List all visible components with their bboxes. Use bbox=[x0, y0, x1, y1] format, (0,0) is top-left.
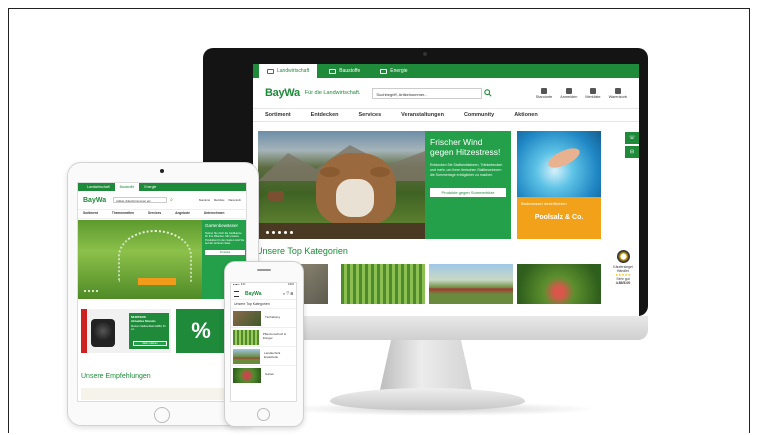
nav-sortiment[interactable]: Sortiment bbox=[83, 210, 98, 218]
desktop-header: BayWa Für die Landwirtschaft. Suchbegrif… bbox=[253, 78, 639, 108]
tablet-nav: Sortiment Themenwelten Services Angebote… bbox=[78, 209, 246, 219]
tablet-camera bbox=[160, 169, 164, 173]
tablet-hero-sprinkler-image[interactable] bbox=[78, 220, 202, 299]
phone-home-button[interactable] bbox=[257, 408, 270, 421]
list-item[interactable]: Pflanzenschutz & Dünger bbox=[231, 327, 296, 346]
top-categories-title: Unsere Top Kategorien bbox=[256, 246, 348, 256]
ventilator-label bbox=[81, 309, 87, 353]
cart-side-tab[interactable]: ⊟ bbox=[625, 146, 639, 158]
standorte-link[interactable]: Standorte bbox=[536, 87, 552, 99]
warenkorb-link[interactable]: Warenkorb bbox=[228, 199, 241, 202]
hero-promo-box: Frischer Wind gegen Hitzestress! Entdeck… bbox=[425, 131, 511, 239]
cart-icon bbox=[614, 87, 621, 94]
heart-icon bbox=[589, 87, 596, 94]
monitor-stand-base bbox=[330, 388, 525, 410]
tab-energie[interactable]: Energie bbox=[372, 64, 415, 78]
search-icon[interactable] bbox=[484, 89, 492, 97]
tab-baustoffe[interactable]: Baustoffe bbox=[321, 64, 368, 78]
monitor-camera bbox=[423, 52, 427, 56]
anmelden-link[interactable]: Anmelden bbox=[560, 87, 577, 99]
baywa-logo[interactable]: BayWa bbox=[245, 291, 262, 297]
phone-screen: ●●●●○ 9:41 100% BayWa ⌕ ♡ ⊟ Unsere Top K… bbox=[230, 282, 297, 402]
tab-landwirtschaft[interactable]: Landwirtschaft bbox=[82, 183, 115, 191]
carousel-dots[interactable] bbox=[84, 290, 98, 292]
trust-badge[interactable]: Käufersiegel Händler ★★★★★ Sehr gut 4.85… bbox=[609, 250, 637, 308]
desktop-screen: Landwirtschaft Baustoffe Energie BayWa F… bbox=[253, 64, 639, 316]
promo-title: Frischer Wind gegen Hitzestress! bbox=[430, 137, 501, 157]
category-thumb bbox=[233, 310, 261, 326]
recommendations-title: Unsere Empfehlungen bbox=[81, 373, 151, 380]
merkliste-link[interactable]: Merkliste bbox=[214, 199, 224, 202]
discount-banner[interactable]: % bbox=[176, 309, 226, 353]
user-icon bbox=[565, 87, 572, 94]
category-tile[interactable] bbox=[517, 264, 601, 304]
monitor-stand-neck bbox=[380, 340, 472, 390]
nav-veranstaltungen[interactable]: Veranstaltungen bbox=[401, 109, 444, 121]
search-icon[interactable]: ⌕ bbox=[170, 197, 173, 203]
phone-speaker bbox=[257, 269, 271, 271]
pool-banner[interactable]: Badewasser desinfizieren Poolsalz & Co. bbox=[517, 131, 601, 239]
tagline: Für die Landwirtschaft. bbox=[304, 90, 361, 96]
baywa-logo[interactable]: BayWa bbox=[83, 197, 106, 204]
search-input[interactable]: Artikel, Zubehörnummer etc. bbox=[113, 197, 168, 203]
tab-landwirtschaft[interactable]: Landwirtschaft bbox=[259, 64, 318, 78]
phone-side-tab[interactable]: ☏ bbox=[625, 132, 639, 144]
location-icon bbox=[541, 87, 548, 94]
nav-services[interactable]: Services bbox=[148, 210, 161, 218]
promo-button[interactable]: Produkte bbox=[205, 249, 245, 255]
tablet-header: BayWa Artikel, Zubehörnummer etc. ⌕ Stan… bbox=[78, 191, 246, 209]
category-tile[interactable] bbox=[341, 264, 425, 304]
fuel-icon bbox=[380, 68, 388, 74]
tablet-home-button[interactable] bbox=[154, 407, 170, 423]
phone-header: BayWa ⌕ ♡ ⊟ bbox=[231, 288, 296, 300]
nav-services[interactable]: Services bbox=[359, 109, 382, 121]
category-thumb bbox=[233, 329, 259, 345]
header-icons[interactable]: ⌕ ♡ ⊟ bbox=[283, 291, 293, 296]
list-item[interactable]: Landtechnik Ersatzteile bbox=[231, 346, 296, 365]
list-item[interactable]: Garten bbox=[231, 365, 296, 384]
nav-angebote[interactable]: Angebote bbox=[175, 210, 190, 218]
nav-aktionen[interactable]: Aktionen bbox=[514, 109, 538, 121]
hero-cow-image[interactable] bbox=[258, 131, 425, 239]
carousel-dots[interactable] bbox=[266, 231, 293, 234]
nav-unternehmen[interactable]: Unternehmen bbox=[204, 210, 225, 218]
baywa-logo[interactable]: BayWa bbox=[265, 87, 300, 99]
recommendations-strip bbox=[81, 388, 245, 400]
desktop-topbar: Landwirtschaft Baustoffe Energie bbox=[253, 64, 639, 78]
hamburger-menu-icon[interactable] bbox=[234, 290, 239, 297]
search-input[interactable]: Suchbegriff, Artikelnummer... bbox=[372, 87, 483, 99]
seal-icon bbox=[616, 250, 630, 263]
tablet-ad-fan[interactable]: MUNTERS Aktuelles Monats Munters Stallve… bbox=[81, 309, 171, 353]
nav-sortiment[interactable]: Sortiment bbox=[265, 109, 291, 121]
ad-button[interactable]: Mehr erfahren bbox=[133, 341, 167, 346]
promo-body: Entdecken Sie Stallventilatoren, Tränkeb… bbox=[430, 163, 503, 177]
tab-baustoffe[interactable]: Baustoffe bbox=[114, 183, 140, 191]
phone-section-title: Unsere Top Kategorien bbox=[234, 302, 270, 306]
phone-device: ●●●●○ 9:41 100% BayWa ⌕ ♡ ⊟ Unsere Top K… bbox=[224, 261, 304, 427]
category-tile[interactable] bbox=[429, 264, 513, 304]
warenkorb-link[interactable]: Warenkorb bbox=[609, 87, 627, 99]
standorte-link[interactable]: Standorte bbox=[199, 199, 210, 202]
desktop-nav: Sortiment Entdecken Services Veranstaltu… bbox=[253, 108, 639, 122]
nav-themenwelten[interactable]: Themenwelten bbox=[112, 210, 134, 218]
category-thumb bbox=[233, 348, 261, 364]
header-icons: Standorte Anmelden Merkliste Warenkorb bbox=[536, 87, 627, 99]
nav-community[interactable]: Community bbox=[464, 109, 494, 121]
merkliste-link[interactable]: Merkliste bbox=[585, 87, 601, 99]
tablet-screen: Landwirtschaft Baustoffe Energie BayWa A… bbox=[77, 182, 247, 402]
promo-button[interactable]: Produkte gegen Sommerhitze bbox=[430, 188, 506, 197]
category-thumb bbox=[233, 367, 261, 383]
tab-energie[interactable]: Energie bbox=[139, 183, 161, 191]
tablet-topbar: Landwirtschaft Baustoffe Energie bbox=[78, 183, 246, 191]
nav-entdecken[interactable]: Entdecken bbox=[311, 109, 339, 121]
truck-icon bbox=[329, 68, 337, 74]
list-item[interactable]: Tierhaltung bbox=[231, 308, 296, 327]
tractor-icon bbox=[267, 68, 274, 74]
